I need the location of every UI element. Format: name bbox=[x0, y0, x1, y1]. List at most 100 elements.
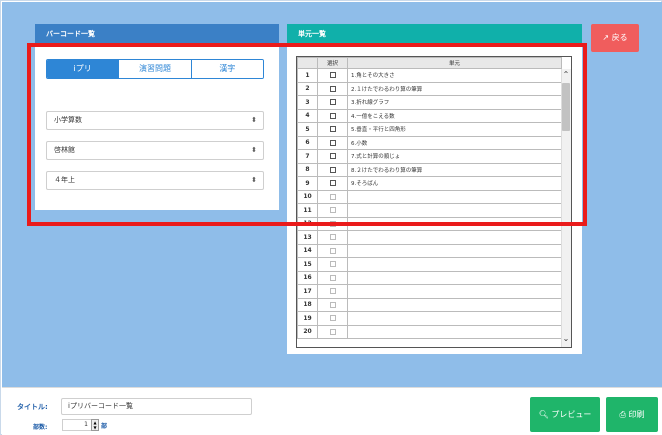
grade-select[interactable]: ４年上 ⬍ bbox=[46, 171, 264, 190]
table-row[interactable]: 7 7.式と計算の順じょ bbox=[297, 149, 562, 164]
scrollbar-thumb[interactable] bbox=[562, 83, 570, 131]
table-row[interactable]: 18 bbox=[297, 297, 562, 312]
select-cell bbox=[317, 135, 348, 150]
select-checkbox[interactable] bbox=[329, 112, 336, 119]
copies-unit: 部 bbox=[101, 423, 108, 430]
publisher-select[interactable]: 啓林館 ⬍ bbox=[46, 141, 264, 160]
select-checkbox[interactable] bbox=[329, 301, 336, 308]
grade-select-value: ４年上 bbox=[54, 176, 75, 184]
scroll-down-icon[interactable]: ⌄ bbox=[561, 333, 571, 345]
table-row[interactable]: 3 3.折れ線グラフ bbox=[297, 95, 562, 110]
select-column-header: 選択 bbox=[317, 57, 348, 69]
select-checkbox[interactable] bbox=[329, 153, 336, 160]
back-button[interactable]: ↗ 戻る bbox=[591, 24, 639, 52]
table-row[interactable]: 6 6.小数 bbox=[297, 135, 562, 150]
select-cell bbox=[317, 311, 348, 326]
scroll-up-icon[interactable]: ⌃ bbox=[561, 69, 571, 81]
table-row[interactable]: 1 1.角とその大きさ bbox=[297, 68, 562, 83]
table-row[interactable]: 10 bbox=[297, 189, 562, 204]
table-row[interactable]: 8 8.２けたでわるわり算の筆算 bbox=[297, 162, 562, 177]
select-checkbox[interactable] bbox=[329, 72, 336, 79]
unit-table: 選択 単元 1 1.角とその大きさ 2 2.１けたでわるわり算の筆算 3 3.折れ線グラフ… bbox=[297, 57, 562, 339]
row-number: 19 bbox=[297, 311, 318, 326]
row-number: 17 bbox=[297, 284, 318, 299]
row-number: 13 bbox=[297, 230, 318, 245]
back-button-label: 戻る bbox=[611, 33, 628, 42]
select-checkbox[interactable] bbox=[329, 126, 336, 133]
subject-select[interactable]: 小学算数 ⬍ bbox=[46, 111, 264, 130]
unit-table-container[interactable]: 選択 単元 1 1.角とその大きさ 2 2.１けたでわるわり算の筆算 3 3.折れ線グラフ… bbox=[296, 56, 572, 348]
select-caret-icon: ⬍ bbox=[251, 176, 257, 184]
copies-input[interactable]: 1 bbox=[62, 419, 92, 431]
row-number: 16 bbox=[297, 270, 318, 285]
select-checkbox[interactable] bbox=[329, 261, 336, 268]
select-checkbox[interactable] bbox=[329, 166, 336, 173]
select-checkbox[interactable] bbox=[329, 193, 336, 200]
select-cell bbox=[317, 68, 348, 83]
table-row[interactable]: 19 bbox=[297, 311, 562, 326]
select-checkbox[interactable] bbox=[329, 288, 336, 295]
row-number: 1 bbox=[297, 68, 318, 83]
table-row[interactable]: 12 bbox=[297, 216, 562, 231]
tab-ipuri[interactable]: iプリ bbox=[47, 60, 119, 78]
row-number: 10 bbox=[297, 189, 318, 204]
table-row[interactable]: 2 2.１けたでわるわり算の筆算 bbox=[297, 81, 562, 96]
row-number: 7 bbox=[297, 149, 318, 164]
table-row[interactable]: 4 4.一億をこえる数 bbox=[297, 108, 562, 123]
select-checkbox[interactable] bbox=[329, 315, 336, 322]
select-checkbox[interactable] bbox=[329, 99, 336, 106]
select-checkbox[interactable] bbox=[329, 139, 336, 146]
tab-kanji[interactable]: 漢字 bbox=[190, 60, 263, 78]
unit-name: 7.式と計算の順じょ bbox=[347, 149, 562, 164]
row-number: 2 bbox=[297, 81, 318, 96]
select-checkbox[interactable] bbox=[329, 247, 336, 254]
unit-name bbox=[347, 216, 562, 231]
print-icon: ⎙ bbox=[619, 410, 626, 419]
table-row[interactable]: 17 bbox=[297, 284, 562, 299]
tab-exercises[interactable]: 演習問題 bbox=[118, 60, 191, 78]
title-label: タイトル: bbox=[17, 403, 48, 411]
unit-name bbox=[347, 324, 562, 339]
stepper-down-icon[interactable]: ▼ bbox=[92, 425, 98, 430]
copies-stepper[interactable]: ▲ ▼ bbox=[91, 419, 99, 431]
table-row[interactable]: 15 bbox=[297, 257, 562, 272]
select-checkbox[interactable] bbox=[329, 207, 336, 214]
select-cell bbox=[317, 189, 348, 204]
row-number: 14 bbox=[297, 243, 318, 258]
print-button[interactable]: ⎙ 印刷 bbox=[606, 397, 658, 432]
unit-list-header: 単元一覧 bbox=[287, 24, 582, 44]
table-row[interactable]: 16 bbox=[297, 270, 562, 285]
table-row[interactable]: 9 9.そろばん bbox=[297, 176, 562, 191]
copies-label: 部数: bbox=[33, 424, 48, 431]
select-cell bbox=[317, 81, 348, 96]
select-cell bbox=[317, 230, 348, 245]
row-number: 20 bbox=[297, 324, 318, 339]
table-row[interactable]: 20 bbox=[297, 324, 562, 339]
unit-name bbox=[347, 297, 562, 312]
select-checkbox[interactable] bbox=[329, 328, 336, 335]
row-number: 6 bbox=[297, 135, 318, 150]
table-row[interactable]: 11 bbox=[297, 203, 562, 218]
unit-name bbox=[347, 203, 562, 218]
select-checkbox[interactable] bbox=[329, 180, 336, 187]
table-row[interactable]: 14 bbox=[297, 243, 562, 258]
select-cell bbox=[317, 324, 348, 339]
select-cell bbox=[317, 257, 348, 272]
main-area: バーコード一覧 iプリ 演習問題 漢字 小学算数 ⬍ 啓林館 ⬍ ４年上 ⬍ 単… bbox=[2, 2, 662, 387]
select-cell bbox=[317, 162, 348, 177]
select-checkbox[interactable] bbox=[329, 85, 336, 92]
table-row[interactable]: 13 bbox=[297, 230, 562, 245]
table-row[interactable]: 5 5.垂直・平行と四角形 bbox=[297, 122, 562, 137]
app-frame: バーコード一覧 iプリ 演習問題 漢字 小学算数 ⬍ 啓林館 ⬍ ４年上 ⬍ 単… bbox=[0, 0, 662, 435]
select-checkbox[interactable] bbox=[329, 220, 336, 227]
row-number: 15 bbox=[297, 257, 318, 272]
unit-name: 2.１けたでわるわり算の筆算 bbox=[347, 81, 562, 96]
unit-name bbox=[347, 230, 562, 245]
title-input[interactable]: iプリバーコード一覧 bbox=[61, 398, 252, 415]
select-checkbox[interactable] bbox=[329, 234, 336, 241]
type-tabs: iプリ 演習問題 漢字 bbox=[46, 59, 264, 79]
select-checkbox[interactable] bbox=[329, 274, 336, 281]
row-number-header bbox=[297, 57, 318, 69]
barcode-list-header: バーコード一覧 bbox=[35, 24, 279, 44]
preview-button[interactable]: 🔍︎ プレビュー bbox=[530, 397, 600, 432]
